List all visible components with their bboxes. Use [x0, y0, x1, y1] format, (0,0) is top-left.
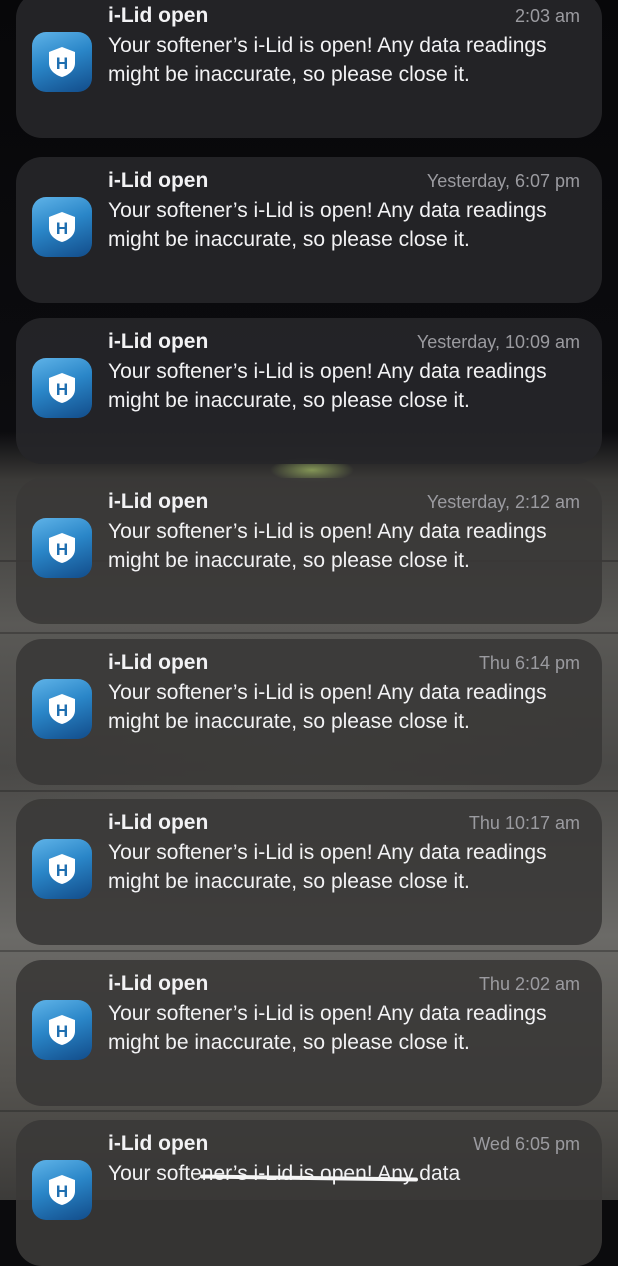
- svg-text:H: H: [56, 219, 68, 238]
- notification-body: Your softener’s i-Lid is open! Any data …: [108, 1002, 547, 1054]
- notification-card[interactable]: H i-Lid open 2:03 am Your softener’s i-L…: [16, 0, 602, 138]
- notification-card[interactable]: H i-Lid open Yesterday, 6:07 pm Your sof…: [16, 157, 602, 303]
- svg-text:H: H: [56, 701, 68, 720]
- svg-text:H: H: [56, 1022, 68, 1041]
- notification-title: i-Lid open: [108, 330, 209, 353]
- notification-body: Your softener’s i-Lid is open! Any data …: [108, 841, 547, 893]
- svg-text:H: H: [56, 861, 68, 880]
- notification-body: Your softener’s i-Lid is open! Any data …: [108, 34, 547, 86]
- notification-body: Your softener’s i-Lid is open! Any data …: [108, 520, 547, 572]
- h-shield-app-icon: H: [32, 679, 92, 739]
- h-shield-app-icon: H: [32, 358, 92, 418]
- notification-title: i-Lid open: [108, 1132, 209, 1155]
- notification-title: i-Lid open: [108, 972, 209, 995]
- notification-card[interactable]: H i-Lid open Thu 6:14 pm Your softener’s…: [16, 639, 602, 785]
- notification-title: i-Lid open: [108, 490, 209, 513]
- h-shield-app-icon: H: [32, 1160, 92, 1220]
- svg-text:H: H: [56, 1182, 68, 1201]
- notification-title: i-Lid open: [108, 169, 209, 192]
- notification-body: Your softener’s i-Lid is open! Any data …: [108, 360, 547, 412]
- notification-body: Your softener’s i-Lid is open! Any data …: [108, 199, 547, 251]
- notification-time: Yesterday, 6:07 pm: [426, 171, 580, 191]
- h-shield-app-icon: H: [32, 1000, 92, 1060]
- notification-body: Your softener’s i-Lid is open! Any data …: [108, 681, 547, 733]
- notification-card[interactable]: H i-Lid open Yesterday, 10:09 am Your so…: [16, 318, 602, 464]
- notification-time: Yesterday, 2:12 am: [426, 492, 580, 512]
- h-shield-app-icon: H: [32, 839, 92, 899]
- notification-card[interactable]: H i-Lid open Thu 2:02 am Your softener’s…: [16, 960, 602, 1106]
- notification-time: Yesterday, 10:09 am: [416, 332, 580, 352]
- notification-title: i-Lid open: [108, 811, 209, 834]
- svg-text:H: H: [56, 54, 68, 73]
- notification-time: Wed 6:05 pm: [473, 1134, 580, 1154]
- h-shield-app-icon: H: [32, 518, 92, 578]
- notification-body: Your softener’s i-Lid is open! Any data: [108, 1162, 461, 1185]
- notification-time: 2:03 am: [514, 6, 580, 26]
- notification-card[interactable]: H i-Lid open Yesterday, 2:12 am Your sof…: [16, 478, 602, 624]
- notification-time: Thu 2:02 am: [478, 974, 580, 994]
- notification-card[interactable]: H i-Lid open Wed 6:05 pm Your softener’s…: [16, 1120, 602, 1266]
- notification-title: i-Lid open: [108, 651, 209, 674]
- notification-title: i-Lid open: [108, 4, 209, 27]
- notification-time: Thu 10:17 am: [468, 813, 580, 833]
- svg-text:H: H: [56, 380, 68, 399]
- h-shield-app-icon: H: [32, 32, 92, 92]
- svg-text:H: H: [56, 540, 68, 559]
- notification-time: Thu 6:14 pm: [478, 653, 580, 673]
- notification-card[interactable]: H i-Lid open Thu 10:17 am Your softener’…: [16, 799, 602, 945]
- h-shield-app-icon: H: [32, 197, 92, 257]
